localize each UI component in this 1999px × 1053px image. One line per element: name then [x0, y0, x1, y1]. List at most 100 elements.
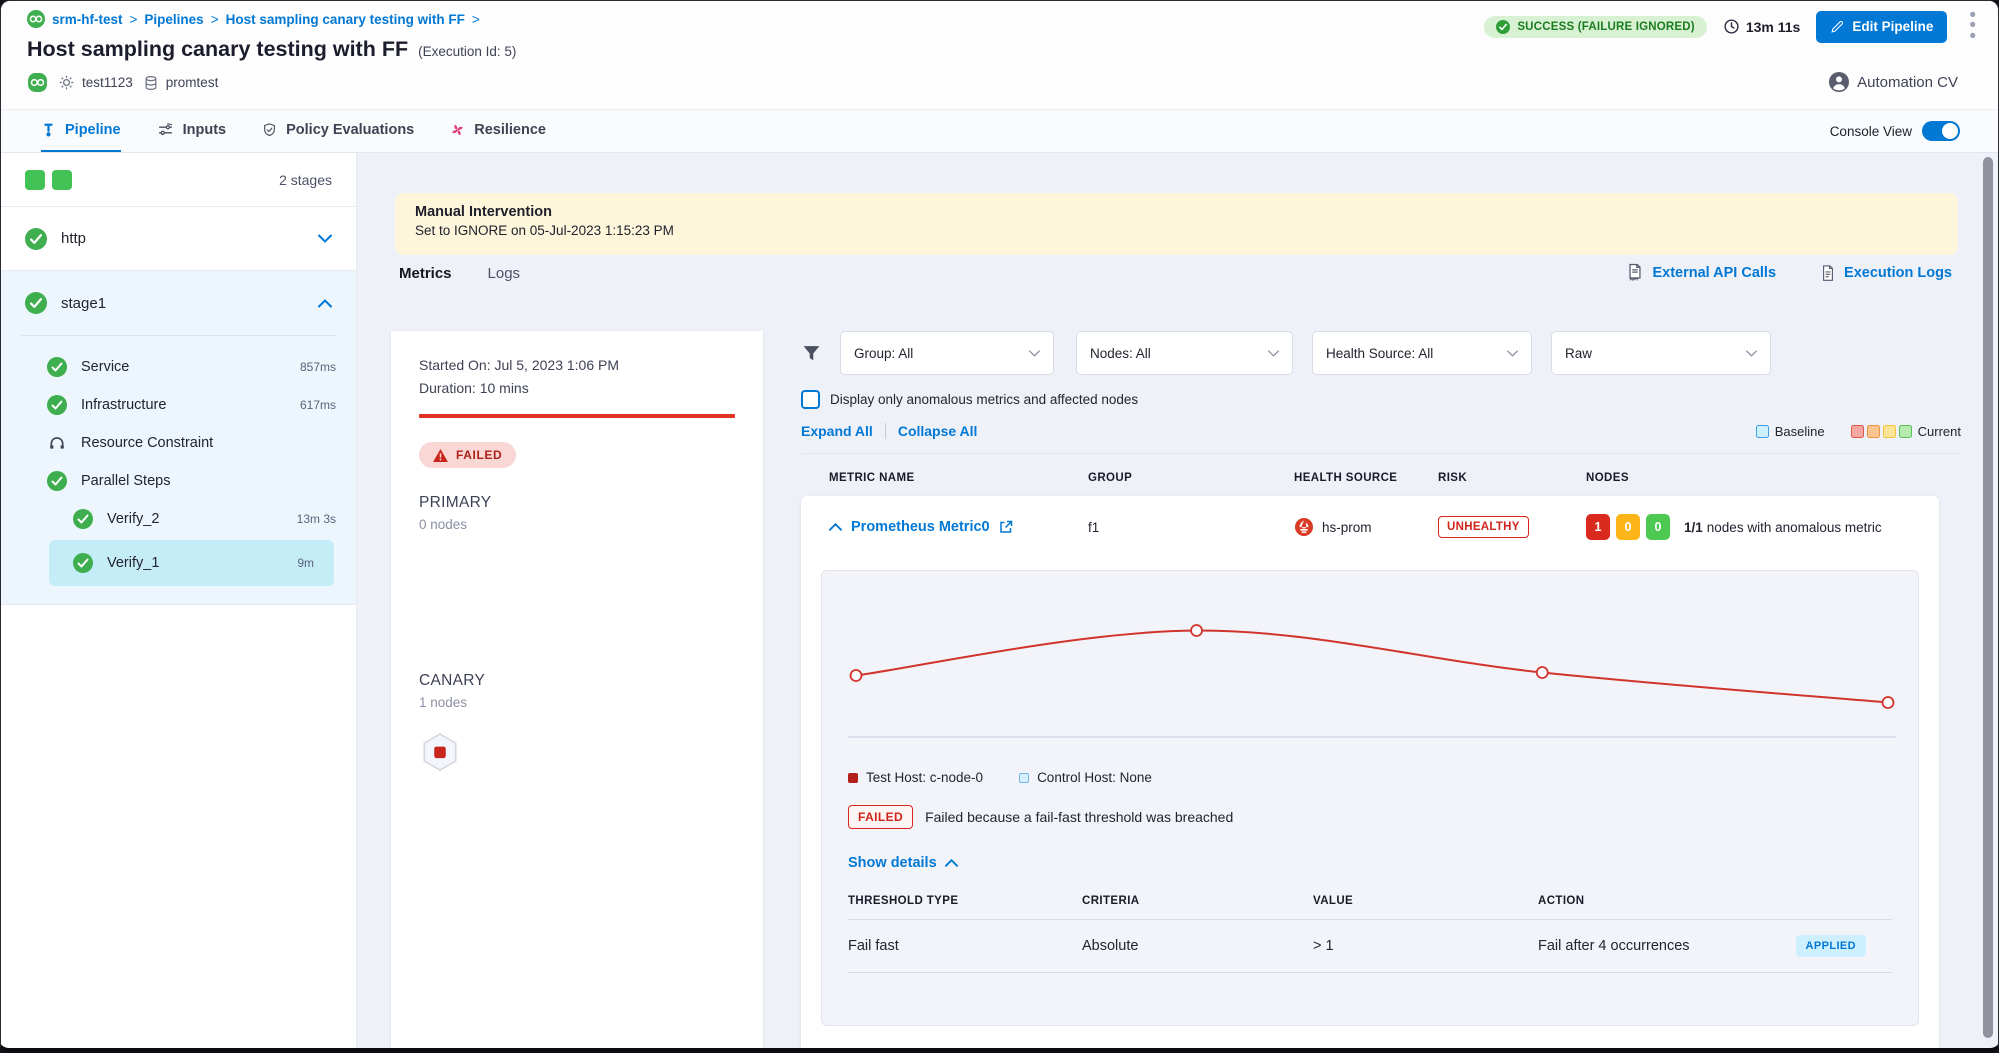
avatar-icon [1829, 72, 1849, 92]
console-view-toggle[interactable] [1922, 121, 1960, 141]
header-actions: SUCCESS (FAILURE IGNORED) 13m 11s Edit P… [1484, 7, 1982, 46]
main-content: Manual Intervention Set to IGNORE on 05-… [357, 153, 1998, 1048]
tab-logs[interactable]: Logs [488, 265, 521, 282]
stage-stage1-label: stage1 [61, 295, 106, 312]
raw-mode-dropdown[interactable]: Raw [1551, 331, 1771, 375]
shield-check-icon [262, 122, 277, 138]
filter-row: Group: All Nodes: All Health Source: All… [801, 331, 1961, 375]
expand-collapse-row: Expand All Collapse All Baseline Current [801, 423, 1961, 454]
current-green-swatch [1899, 425, 1912, 438]
chevron-down-icon[interactable] [318, 234, 332, 243]
tab-pipeline[interactable]: Pipeline [41, 110, 121, 152]
execution-duration: 13m 11s [1723, 18, 1801, 35]
step-resource-constraint[interactable]: Resource Constraint [1, 424, 356, 462]
control-host-swatch [1019, 773, 1029, 783]
external-link-icon[interactable] [999, 520, 1013, 534]
more-options-menu[interactable]: ••• [1963, 7, 1982, 46]
progress-bar-failed [419, 414, 735, 418]
step-list: Service 857ms Infrastructure 617ms Resou… [1, 336, 356, 604]
tab-policy-evaluations[interactable]: Policy Evaluations [262, 110, 414, 152]
breadcrumb-pipelines[interactable]: Pipelines [144, 12, 203, 27]
current-orange-swatch [1867, 425, 1880, 438]
banner-subtitle: Set to IGNORE on 05-Jul-2023 1:15:23 PM [415, 223, 1938, 238]
expand-all-link[interactable]: Expand All [801, 423, 873, 439]
current-yellow-swatch [1883, 425, 1896, 438]
check-circle-icon [47, 357, 67, 377]
triggered-by-user: Automation CV [1829, 72, 1958, 92]
show-details-link[interactable]: Show details [848, 855, 1892, 871]
primary-label: PRIMARY [419, 494, 735, 512]
threshold-value: > 1 [1313, 938, 1538, 954]
warning-triangle-icon [433, 449, 448, 462]
metric-name-cell: Prometheus Metric0 [829, 519, 1088, 535]
check-circle-icon [73, 553, 93, 573]
stage-square-icon [52, 170, 72, 190]
check-circle-icon [25, 292, 47, 314]
user-name: Automation CV [1857, 74, 1958, 91]
collapse-all-link[interactable]: Collapse All [898, 423, 978, 439]
stage-http[interactable]: http [1, 207, 356, 271]
health-source-filter-dropdown[interactable]: Health Source: All [1312, 331, 1532, 375]
started-on: Started On: Jul 5, 2023 1:06 PM [419, 357, 735, 373]
metric-group-cell: f1 [1088, 520, 1294, 535]
stage-count: 2 stages [279, 172, 332, 188]
amber-node-count-chip: 0 [1616, 514, 1640, 540]
tab-resilience[interactable]: Resilience [450, 110, 546, 152]
nodes-filter-dropdown[interactable]: Nodes: All [1076, 331, 1293, 375]
current-red-swatch [1851, 425, 1864, 438]
prometheus-icon [1294, 517, 1314, 537]
pencil-icon [1830, 20, 1844, 34]
chart-legend: Test Host: c-node-0 Control Host: None [848, 770, 1892, 785]
step-verify-1[interactable]: Verify_1 9m [49, 540, 334, 586]
green-node-count-chip: 0 [1646, 514, 1670, 540]
external-api-calls-link[interactable]: API External API Calls [1626, 263, 1776, 283]
service-logo-icon [27, 72, 48, 93]
chevron-up-icon[interactable] [318, 299, 332, 308]
main-tabbar: Pipeline Inputs Policy Evaluations Resil… [1, 109, 1998, 153]
resilience-pinwheel-icon [450, 122, 465, 138]
canary-node-hexagon[interactable] [419, 732, 461, 783]
metric-name-link[interactable]: Prometheus Metric0 [851, 519, 990, 535]
chevron-down-icon [1029, 350, 1040, 357]
metric-table-header: METRIC NAME GROUP HEALTH SOURCE RISK NOD… [801, 454, 1961, 496]
metrics-panel: Group: All Nodes: All Health Source: All… [801, 331, 1961, 1053]
verification-summary-panel: Started On: Jul 5, 2023 1:06 PM Duration… [391, 331, 763, 1048]
primary-node-count: 0 nodes [419, 517, 735, 532]
document-icon [1820, 264, 1836, 283]
group-filter-dropdown[interactable]: Group: All [840, 331, 1054, 375]
breadcrumb-project[interactable]: srm-hf-test [52, 12, 123, 27]
metric-row: Prometheus Metric0 f1 hs-prom UNHEALTHY [801, 496, 1939, 558]
metric-nodes-cell: 1 0 0 1/1nodes with anomalous metric [1586, 514, 1939, 540]
control-host-legend-item: Control Host: None [1019, 770, 1152, 785]
step-verify-2[interactable]: Verify_2 13m 3s [1, 500, 356, 538]
anomalous-checkbox-label: Display only anomalous metrics and affec… [830, 392, 1138, 407]
stage-summary-row: 2 stages [1, 153, 356, 207]
stage-stage1[interactable]: stage1 [1, 271, 356, 335]
service-meta[interactable]: test1123 [58, 74, 133, 91]
console-view-label: Console View [1830, 124, 1912, 139]
health-source-meta[interactable]: promtest [143, 75, 219, 91]
collapse-chevron-up-icon[interactable] [829, 523, 842, 531]
red-node-count-chip: 1 [1586, 514, 1610, 540]
execution-logs-link[interactable]: Execution Logs [1820, 263, 1952, 283]
page-title: Host sampling canary testing with FF [27, 37, 408, 62]
failure-reason-row: FAILED Failed because a fail-fast thresh… [848, 805, 1892, 829]
breadcrumb-pipeline-name[interactable]: Host sampling canary testing with FF [226, 12, 465, 27]
step-infrastructure[interactable]: Infrastructure 617ms [1, 386, 356, 424]
tab-inputs[interactable]: Inputs [157, 110, 227, 152]
edit-pipeline-button[interactable]: Edit Pipeline [1816, 11, 1947, 43]
breadcrumb-separator: > [130, 12, 138, 27]
filter-funnel-icon[interactable] [801, 343, 822, 364]
console-view-control: Console View [1830, 110, 1998, 152]
anomalous-checkbox[interactable] [801, 390, 820, 409]
check-circle-icon [47, 471, 67, 491]
step-service[interactable]: Service 857ms [1, 348, 356, 386]
headphones-icon [47, 433, 67, 453]
toggle-knob [1942, 123, 1958, 139]
chevron-down-icon [1268, 350, 1279, 357]
step-parallel-steps[interactable]: Parallel Steps [1, 462, 356, 500]
breadcrumb-separator: > [211, 12, 219, 27]
tab-metrics[interactable]: Metrics [399, 265, 452, 282]
stages-sidebar: 2 stages http stage1 [1, 153, 357, 1048]
vertical-scrollbar[interactable] [1983, 157, 1993, 1038]
